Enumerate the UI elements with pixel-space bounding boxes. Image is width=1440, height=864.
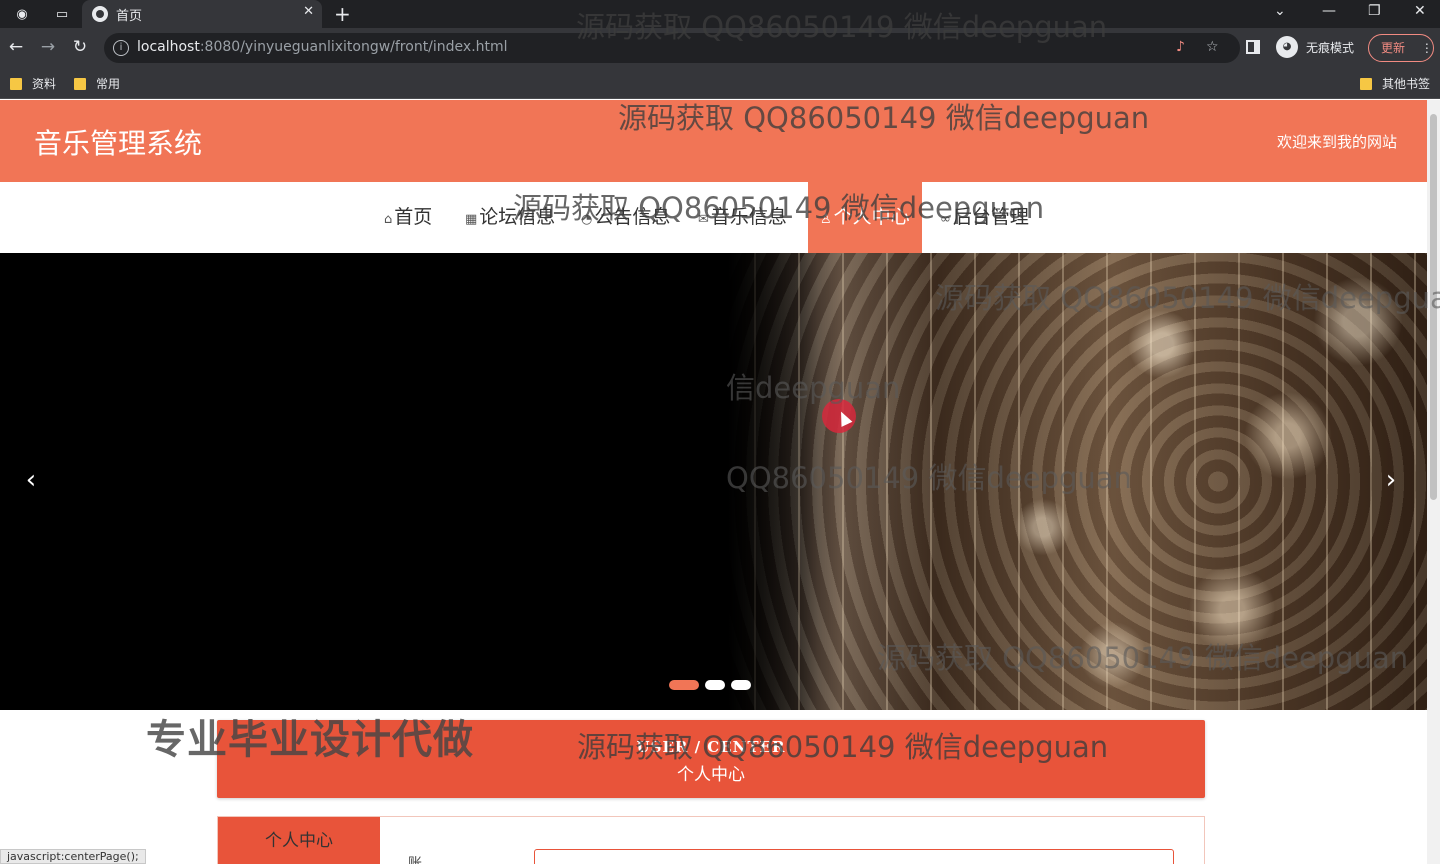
incognito-label: 无痕模式 (1306, 40, 1355, 55)
bookmark-label: 资料 (32, 77, 57, 91)
panel-tab-user-center[interactable]: 个人中心 (218, 817, 380, 864)
carousel-indicators (669, 680, 751, 690)
carousel-dot[interactable] (669, 680, 699, 690)
restore-icon[interactable]: ❐ (1368, 3, 1381, 19)
reload-icon[interactable]: ↻ (69, 37, 91, 57)
carousel-dot[interactable] (731, 680, 751, 690)
user-center-panel: 个人中心 账 (217, 816, 1205, 864)
nav-label: 首页 (394, 206, 433, 228)
carousel-next-icon[interactable]: › (1376, 465, 1406, 495)
chevron-down-icon[interactable]: ⌄ (1274, 3, 1286, 19)
watermark: 源码获取 QQ86050149 微信deepguan (577, 730, 1109, 764)
bookmark-folder[interactable]: 常用 (74, 75, 120, 92)
globe-icon (92, 6, 108, 22)
folder-icon (10, 77, 22, 90)
new-tab-button[interactable]: + (334, 2, 351, 26)
nav-item-home[interactable]: ⌂ 首页 (384, 182, 432, 253)
watermark: 源码获取 QQ86050149 微信deepguan (618, 101, 1150, 135)
url-host: localhost (137, 39, 200, 55)
update-button[interactable]: 更新 ⋮ (1368, 34, 1434, 62)
watermark: 源码获取 QQ86050149 微信deepguan (513, 191, 1045, 225)
home-icon: ⌂ (384, 212, 393, 227)
watermark: 源码获取 QQ86050149 微信deepguan (935, 281, 1440, 315)
url-text[interactable]: localhost:8080/yinyueguanlixitongw/front… (137, 39, 508, 55)
browser-tab[interactable]: 首页 ✕ (82, 0, 322, 28)
folder-icon (74, 77, 86, 90)
incognito-icon: ◕ (1276, 36, 1298, 58)
watermark: 信deepguan (726, 371, 901, 405)
tab-title: 首页 (116, 9, 143, 24)
account-label: 账 (408, 856, 422, 864)
welcome-text: 欢迎来到我的网站 (1276, 133, 1397, 151)
page-scrollbar[interactable] (1427, 100, 1440, 864)
forward-arrow-icon[interactable]: → (37, 37, 59, 57)
more-menu-icon: ⋮ (1420, 41, 1433, 55)
folder-icon (1360, 77, 1372, 90)
side-panel-icon[interactable] (1246, 40, 1260, 54)
close-tab-icon[interactable]: ✕ (303, 4, 314, 19)
status-bar-url: javascript:centerPage(); (0, 849, 146, 864)
muted-media-icon[interactable]: ♪ (1176, 39, 1185, 55)
url-path: :8080/yinyueguanlixitongw/front/index.ht… (199, 39, 508, 55)
info-icon[interactable]: i (113, 40, 129, 56)
back-arrow-icon[interactable]: ← (5, 37, 27, 57)
bookmark-folder[interactable]: 资料 (10, 75, 56, 92)
forum-icon: ▦ (465, 212, 478, 227)
close-window-icon[interactable]: ✕ (1414, 3, 1426, 19)
carousel-dot[interactable] (705, 680, 725, 690)
watermark: 源码获取 QQ86050149 微信deepguan (576, 10, 1108, 44)
tab-search-icon[interactable]: ▭ (52, 4, 72, 24)
star-icon[interactable]: ☆ (1206, 39, 1219, 55)
account-input[interactable] (534, 849, 1174, 864)
watermark: QQ86050149 微信deepguan (726, 461, 1132, 495)
bookmark-label: 常用 (96, 77, 121, 91)
update-label: 更新 (1381, 41, 1406, 55)
watermark: 源码获取 QQ86050149 微信deepguan (877, 641, 1409, 675)
other-bookmarks[interactable]: 其他书签 (1360, 75, 1430, 92)
promo-watermark: 专业毕业设计代做 (146, 717, 474, 763)
site-title: 音乐管理系统 (34, 127, 203, 160)
other-bookmarks-label: 其他书签 (1382, 77, 1431, 91)
globe-icon[interactable]: ◉ (12, 4, 32, 24)
carousel-prev-icon[interactable]: ‹ (16, 465, 46, 495)
incognito-indicator[interactable]: ◕ 无痕模式 (1276, 36, 1354, 58)
minimize-icon[interactable]: — (1322, 3, 1336, 19)
